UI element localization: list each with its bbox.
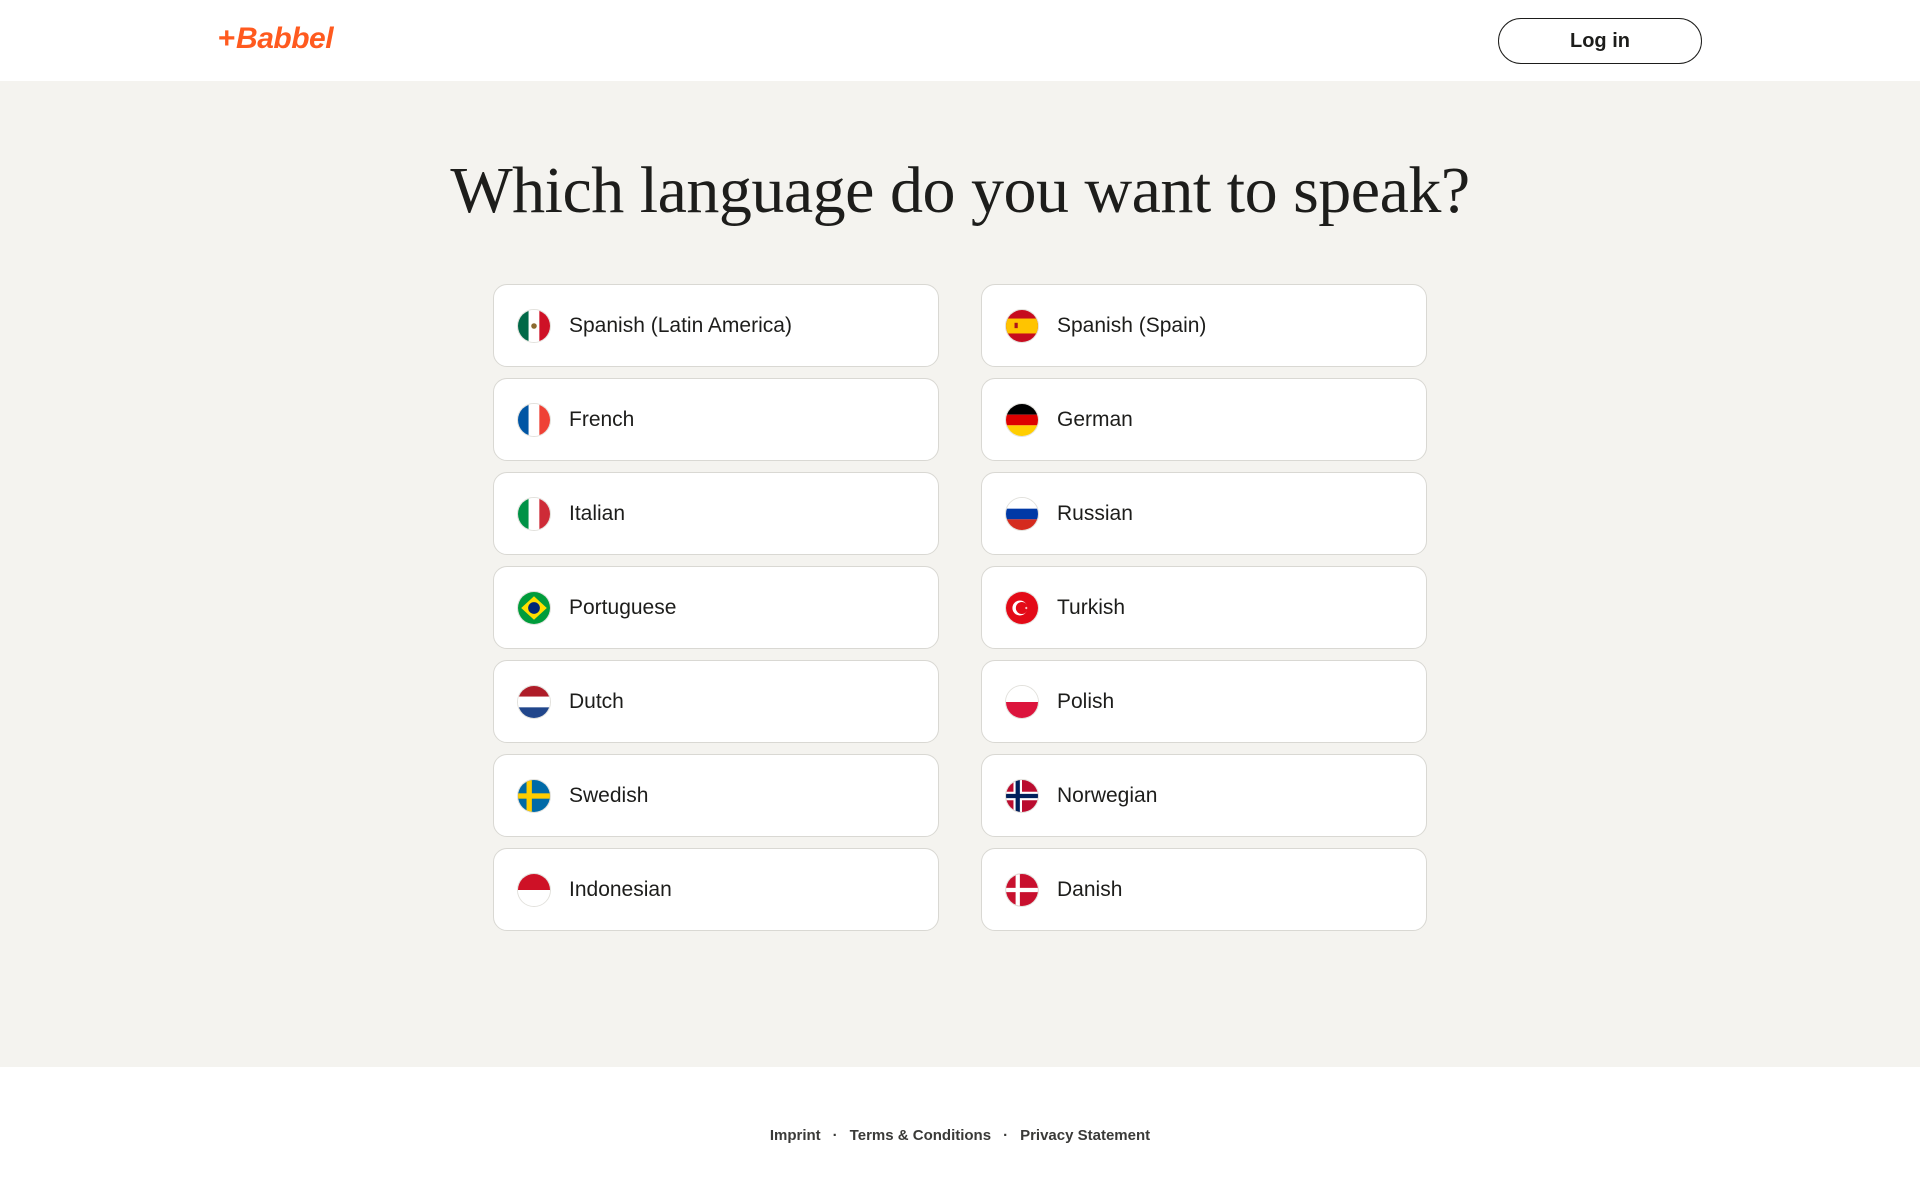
language-label: Norwegian xyxy=(1057,783,1158,807)
turkey-flag-icon xyxy=(1005,590,1039,625)
footer-separator: · xyxy=(832,1126,838,1144)
italy-flag-icon xyxy=(517,496,551,531)
language-label: Indonesian xyxy=(569,877,672,901)
babbel-logo[interactable]: + Babbel xyxy=(218,22,334,56)
language-option-norwegian[interactable]: Norwegian xyxy=(981,754,1427,837)
terms-conditions-link[interactable]: Terms & Conditions xyxy=(850,1127,991,1144)
language-option-swedish[interactable]: Swedish xyxy=(493,754,939,837)
spain-flag-icon xyxy=(1005,308,1039,343)
language-label: Italian xyxy=(569,501,626,525)
norway-flag-icon xyxy=(1005,778,1039,813)
language-label: Danish xyxy=(1057,877,1123,901)
page-footer: Imprint · Terms & Conditions · Privacy S… xyxy=(0,1067,1920,1200)
sweden-flag-icon xyxy=(517,778,551,813)
page-title: Which language do you want to speak? xyxy=(450,154,1470,227)
privacy-statement-link[interactable]: Privacy Statement xyxy=(1020,1127,1150,1144)
netherlands-flag-icon xyxy=(517,684,551,719)
language-label: German xyxy=(1057,407,1133,431)
language-grid: Spanish (Latin America) Spanish (Spain) … xyxy=(493,284,1427,931)
language-label: Portuguese xyxy=(569,595,677,619)
login-button[interactable]: Log in xyxy=(1498,18,1702,64)
germany-flag-icon xyxy=(1005,402,1039,437)
language-selection-section: Which language do you want to speak? Spa… xyxy=(0,81,1920,1067)
language-option-polish[interactable]: Polish xyxy=(981,660,1427,743)
language-option-turkish[interactable]: Turkish xyxy=(981,566,1427,649)
language-option-german[interactable]: German xyxy=(981,378,1427,461)
language-label: Spanish (Latin America) xyxy=(569,313,792,337)
indonesia-flag-icon xyxy=(517,872,551,907)
language-option-portuguese[interactable]: Portuguese xyxy=(493,566,939,649)
language-option-indonesian[interactable]: Indonesian xyxy=(493,848,939,931)
logo-plus-icon: + xyxy=(218,22,236,55)
denmark-flag-icon xyxy=(1005,872,1039,907)
language-label: Polish xyxy=(1057,689,1115,713)
language-label: Swedish xyxy=(569,783,649,807)
footer-links: Imprint · Terms & Conditions · Privacy S… xyxy=(770,1126,1150,1144)
russia-flag-icon xyxy=(1005,496,1039,531)
top-header: + Babbel Log in xyxy=(0,0,1920,81)
language-option-spanish-spain[interactable]: Spanish (Spain) xyxy=(981,284,1427,367)
poland-flag-icon xyxy=(1005,684,1039,719)
logo-wordmark: Babbel xyxy=(236,22,334,55)
language-option-spanish-latin-america[interactable]: Spanish (Latin America) xyxy=(493,284,939,367)
language-label: Russian xyxy=(1057,501,1133,525)
language-label: Dutch xyxy=(569,689,624,713)
language-label: French xyxy=(569,407,635,431)
language-label: Spanish (Spain) xyxy=(1057,313,1207,337)
language-option-russian[interactable]: Russian xyxy=(981,472,1427,555)
mexico-flag-icon xyxy=(517,308,551,343)
language-option-dutch[interactable]: Dutch xyxy=(493,660,939,743)
language-label: Turkish xyxy=(1057,595,1126,619)
language-option-french[interactable]: French xyxy=(493,378,939,461)
language-option-italian[interactable]: Italian xyxy=(493,472,939,555)
footer-separator: · xyxy=(1003,1126,1009,1144)
imprint-link[interactable]: Imprint xyxy=(770,1127,821,1144)
language-option-danish[interactable]: Danish xyxy=(981,848,1427,931)
brazil-flag-icon xyxy=(517,590,551,625)
france-flag-icon xyxy=(517,402,551,437)
